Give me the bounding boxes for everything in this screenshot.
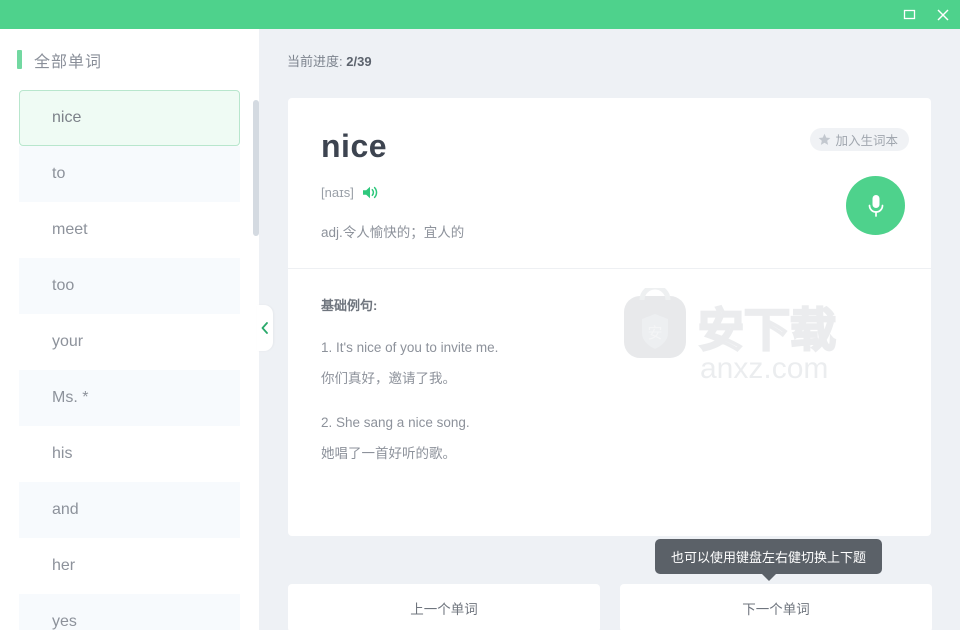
word-list-item[interactable]: meet xyxy=(19,202,240,258)
sidebar-collapse-button[interactable] xyxy=(257,305,273,351)
word-list-item[interactable]: to xyxy=(19,146,240,202)
microphone-icon xyxy=(868,194,883,217)
keyboard-hint-tooltip: 也可以使用键盘左右健切换上下题 xyxy=(655,539,883,581)
word-list-item[interactable]: too xyxy=(19,258,240,314)
accent-bar xyxy=(17,50,22,69)
word-list-item[interactable]: Ms. * xyxy=(19,370,240,426)
star-icon xyxy=(819,133,831,145)
main-content: 当前进度: 2/39 nice [naɪs] adj.令人愉快的；宜人的 加入生… xyxy=(259,29,960,630)
word-detail-card: nice [naɪs] adj.令人愉快的；宜人的 加入生词本 基础例句: 1.… xyxy=(288,98,931,536)
sidebar-title: 全部单词 xyxy=(34,53,103,71)
tooltip-text: 也可以使用键盘左右健切换上下题 xyxy=(671,550,867,565)
chevron-left-icon xyxy=(261,322,268,334)
word-list-item[interactable]: nice xyxy=(19,90,240,146)
pronounce-button[interactable] xyxy=(362,185,379,200)
word-list-item[interactable]: and xyxy=(19,482,240,538)
maximize-button[interactable] xyxy=(892,0,926,29)
sidebar-header: 全部单词 xyxy=(0,29,259,90)
progress-value: 2/39 xyxy=(346,54,372,69)
phonetic-text: [naɪs] xyxy=(321,185,354,200)
progress-label: 当前进度: xyxy=(287,54,343,69)
word-list-item[interactable]: his xyxy=(19,426,240,482)
record-button[interactable] xyxy=(846,176,905,235)
word-list-item[interactable]: yes xyxy=(19,594,240,630)
progress-indicator: 当前进度: 2/39 xyxy=(287,51,372,70)
add-to-vocabulary-button[interactable]: 加入生词本 xyxy=(810,128,909,151)
application-window: 全部单词 nice to meet too your Ms. * his and… xyxy=(0,0,960,630)
close-button[interactable] xyxy=(926,0,960,29)
phonetic-row: [naɪs] xyxy=(321,185,379,200)
word-list-item[interactable]: your xyxy=(19,314,240,370)
title-bar xyxy=(0,0,960,29)
next-word-button[interactable]: 下一个单词 xyxy=(620,584,932,630)
definition-text: adj.令人愉快的；宜人的 xyxy=(321,225,465,240)
examples-section: 基础例句: 1. It's nice of you to invite me. … xyxy=(288,269,931,462)
examples-title: 基础例句: xyxy=(321,298,378,313)
example-sentence-en: 2. She sang a nice song. xyxy=(321,415,470,430)
speaker-icon xyxy=(362,186,378,199)
add-to-vocabulary-label: 加入生词本 xyxy=(835,134,898,148)
tooltip-arrow xyxy=(761,574,776,581)
close-icon xyxy=(937,9,949,20)
word-list-item[interactable]: her xyxy=(19,538,240,594)
word-list[interactable]: nice to meet too your Ms. * his and her … xyxy=(0,90,259,630)
example-sentence-en: 1. It's nice of you to invite me. xyxy=(321,340,499,355)
word-header: nice [naɪs] adj.令人愉快的；宜人的 加入生词本 xyxy=(288,98,931,269)
example-sentence-cn: 你们真好，邀请了我。 xyxy=(321,371,456,386)
previous-word-button[interactable]: 上一个单词 xyxy=(288,584,600,630)
maximize-icon xyxy=(903,9,915,20)
sidebar: 全部单词 nice to meet too your Ms. * his and… xyxy=(0,29,259,630)
headword: nice xyxy=(321,128,388,164)
example-sentence-cn: 她唱了一首好听的歌。 xyxy=(321,446,456,461)
